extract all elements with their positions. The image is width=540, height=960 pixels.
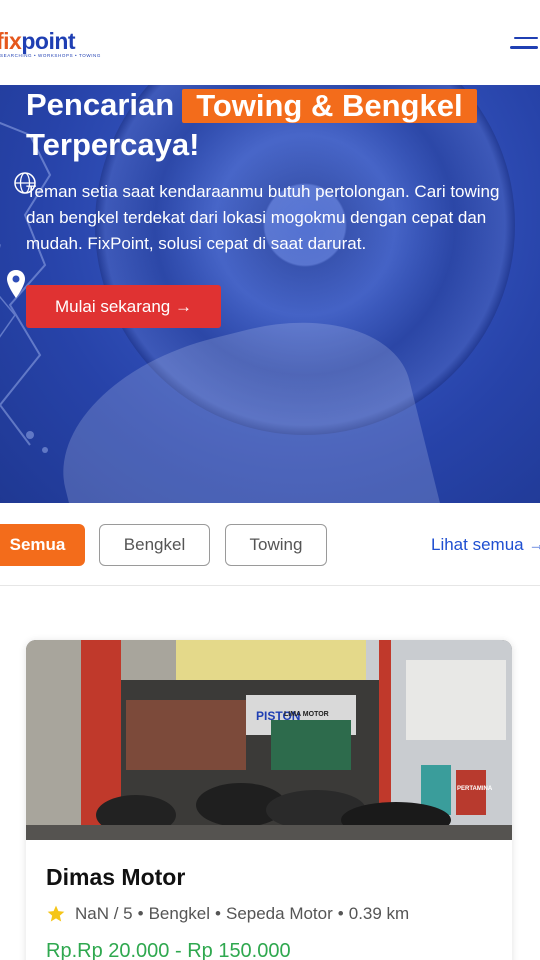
shop-sign-2-text: LIMA MOTOR	[284, 711, 329, 718]
top-nav: fixpoint SEARCHING • WORKSHOPS • TOWING	[0, 0, 540, 85]
start-now-button[interactable]: Mulai sekarang →	[26, 285, 221, 328]
menu-line	[510, 46, 538, 49]
meta-separator: •	[137, 904, 144, 923]
meta-separator: •	[337, 904, 344, 923]
filter-chip-semua[interactable]: Semua	[0, 524, 85, 566]
logo-point-text: point	[21, 27, 76, 54]
star-icon	[47, 905, 65, 922]
hero-banner: Pencarian Towing & Bengkel Terpercaya! T…	[0, 85, 540, 503]
listing-price: Rp.Rp 20.000 - Rp 150.000	[46, 940, 291, 960]
hero-title-prefix: Pencarian	[26, 87, 175, 122]
hero-subtitle: Teman setia saat kendaraanmu butuh perto…	[26, 182, 500, 253]
logo-wordmark: fixpoint	[0, 27, 76, 54]
hero-title-suffix: Terpercaya!	[26, 127, 200, 162]
listing-photo: PISTON LIMA MOTOR PERTAMINA	[26, 640, 512, 840]
map-pin-icon	[7, 270, 25, 298]
listing-category: Bengkel	[148, 904, 211, 923]
listing-meta: NaN / 5 • Bengkel • Sepeda Motor • 0.39 …	[46, 904, 409, 924]
listing-name: Dimas Motor	[46, 864, 186, 890]
hero-title: Pencarian Towing & Bengkel Terpercaya!	[26, 85, 526, 165]
fixpoint-logo[interactable]: fixpoint SEARCHING • WORKSHOPS • TOWING	[0, 27, 101, 58]
menu-line	[514, 36, 538, 39]
hero-title-highlight: Towing & Bengkel	[182, 88, 477, 123]
filter-chip-towing[interactable]: Towing	[225, 524, 327, 566]
filter-chip-bengkel[interactable]: Bengkel	[99, 524, 210, 566]
logo-tagline: SEARCHING • WORKSHOPS • TOWING	[0, 52, 101, 58]
listing-vehicle: Sepeda Motor	[225, 904, 333, 923]
hero-title-line-1: Pencarian Towing & Bengkel	[26, 85, 526, 125]
see-all-link[interactable]: Lihat semua →	[431, 535, 540, 555]
logo-fix-text: fix	[0, 27, 22, 54]
page: fixpoint SEARCHING • WORKSHOPS • TOWING	[0, 0, 540, 960]
listing-distance: 0.39 km	[348, 904, 410, 923]
listing-rating: NaN / 5	[75, 904, 133, 923]
category-filter-bar: Semua Bengkel Towing Lihat semua →	[0, 503, 540, 586]
drum-label-text: PERTAMINA	[457, 786, 493, 792]
menu-icon[interactable]	[510, 29, 538, 57]
meta-separator: •	[215, 904, 221, 923]
listing-card[interactable]: PISTON LIMA MOTOR PERTAMINA Dimas Motor …	[26, 640, 512, 960]
